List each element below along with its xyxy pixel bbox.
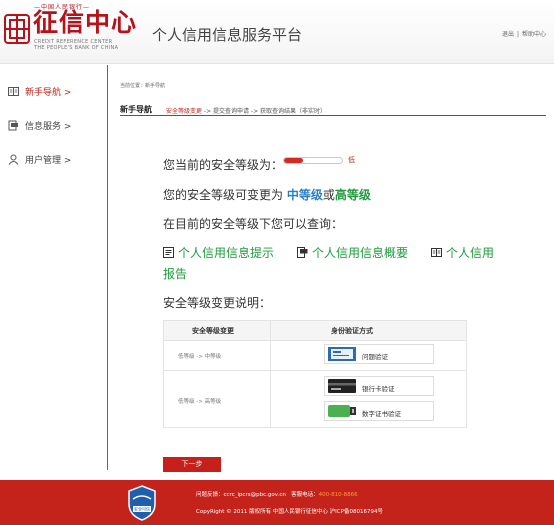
method-label: 问题验证: [362, 353, 388, 361]
help-center-link[interactable]: 帮助中心: [522, 31, 546, 38]
high-level-link[interactable]: 高等级: [335, 188, 371, 202]
footer-contact: 问题反馈：ccrc_ipcrs@pbc.gov.cn 客服电话：400-810-…: [196, 490, 358, 498]
sidebar-item-label: 信息服务 >: [25, 121, 72, 132]
credit-report-link[interactable]: 个人信用: [431, 244, 494, 261]
table-cell-change: 低等级 -> 高等级: [178, 399, 222, 405]
trust-badge-text: 安全可信: [134, 506, 150, 512]
steps-bar: 新手导航 安全等级变更 -> 提交查询申请 -> 获取查询结果（非实时）: [120, 100, 546, 116]
sidebar: 新手导航 > 信息服务 > 用户管理 >: [0, 65, 108, 470]
table-row-divider: [164, 370, 466, 371]
upgrade-line: 您的安全等级可变更为 中等级或高等级: [163, 186, 371, 203]
header-links: 退出 | 帮助中心: [502, 29, 546, 38]
header: —中国人民银行— 征信中心 CREDIT REFERENCE CENTER TH…: [0, 0, 554, 64]
hotline-label: 客服电话：: [291, 492, 319, 498]
upgrade-prefix: 您的安全等级可变更为: [163, 188, 287, 202]
table-cell-change: 低等级 -> 中等级: [178, 354, 222, 360]
document-icon: [8, 120, 18, 130]
hotline-number: 400-810-8866: [318, 492, 358, 498]
sidebar-item-user-management[interactable]: 用户管理 >: [8, 152, 71, 166]
level-change-desc-title: 安全等级变更说明：: [163, 296, 272, 310]
sidebar-item-label: 新手导航 >: [25, 87, 72, 98]
table-header-method: 身份验证方式: [331, 327, 373, 335]
bank-card-verify-option[interactable]: 银行卡验证: [324, 376, 434, 396]
security-level-fill: [284, 158, 304, 163]
security-level-bar: [283, 157, 343, 164]
table-header-row: 安全等级变更 身份验证方式: [164, 321, 466, 341]
sidebar-item-info-service[interactable]: 信息服务 >: [8, 118, 71, 132]
credit-info-tip-link[interactable]: 个人信用信息提示: [163, 244, 274, 261]
user-icon: [8, 154, 19, 165]
bank-card-icon: [328, 379, 356, 393]
steps-title: 新手导航: [120, 105, 152, 114]
table-header-change: 安全等级变更: [192, 327, 234, 335]
current-step: 安全等级变更: [166, 108, 203, 115]
book-icon: [431, 248, 442, 257]
steps-line: 安全等级变更 -> 提交查询申请 -> 获取查询结果（非实时）: [166, 106, 326, 115]
question-card-icon: [328, 347, 356, 361]
platform-title: 个人信用信息服务平台: [152, 26, 303, 44]
clipboard-icon: [297, 247, 308, 258]
query-link-label: 报告: [163, 267, 188, 281]
usb-key-icon: [328, 405, 356, 417]
upgrade-or: 或: [322, 188, 335, 202]
sidebar-item-label: 用户管理 >: [25, 155, 72, 166]
medium-level-link[interactable]: 中等级: [287, 188, 323, 202]
page: —中国人民银行— 征信中心 CREDIT REFERENCE CENTER TH…: [0, 0, 554, 525]
sidebar-item-guide[interactable]: 新手导航 >: [8, 84, 71, 98]
query-intro: 在目前的安全等级下您可以查询：: [163, 217, 344, 231]
table-column-divider: [270, 321, 271, 427]
note-icon: [163, 247, 174, 258]
header-separator: |: [516, 31, 519, 38]
security-level-value: 低: [348, 156, 355, 164]
next-button[interactable]: 下一步: [163, 457, 221, 472]
query-link-label: 个人信用: [446, 246, 495, 260]
verification-table: 安全等级变更 身份验证方式 低等级 -> 中等级 问题验证 低等级 -> 高等级…: [163, 320, 467, 428]
footer-copyright: CopyRight © 2011 版权所有 中国人民银行征信中心 沪ICP备08…: [196, 509, 383, 515]
breadcrumb: 当前位置：新手导航: [120, 83, 166, 89]
feedback-email: 问题反馈：ccrc_ipcrs@pbc.gov.cn: [196, 492, 286, 498]
credit-info-summary-link[interactable]: 个人信用信息概要: [297, 244, 408, 261]
method-label: 银行卡验证: [362, 385, 395, 393]
book-icon: [8, 86, 19, 96]
method-label: 数字证书验证: [362, 410, 401, 418]
query-link-label: 个人信用信息提示: [178, 246, 275, 260]
query-link-label: 个人信用信息概要: [312, 246, 409, 260]
credit-report-link-wrap[interactable]: 报告: [163, 265, 187, 282]
current-level-label: 您当前的安全等级为：: [163, 158, 284, 172]
logo-english-line2: THE PEOPLE'S BANK OF CHINA: [34, 45, 119, 51]
footer: 安全可信 问题反馈：ccrc_ipcrs@pbc.gov.cn 客服电话：400…: [0, 480, 554, 525]
remaining-steps: -> 提交查询申请 -> 获取查询结果（非实时）: [202, 108, 327, 115]
digital-cert-verify-option[interactable]: 数字证书验证: [324, 401, 434, 421]
question-verify-option[interactable]: 问题验证: [324, 344, 434, 364]
trust-badge-icon: 安全可信: [128, 485, 156, 521]
logout-link[interactable]: 退出: [502, 31, 514, 38]
logo-title: 征信中心: [33, 8, 138, 37]
logo-emblem-icon: [4, 14, 30, 44]
